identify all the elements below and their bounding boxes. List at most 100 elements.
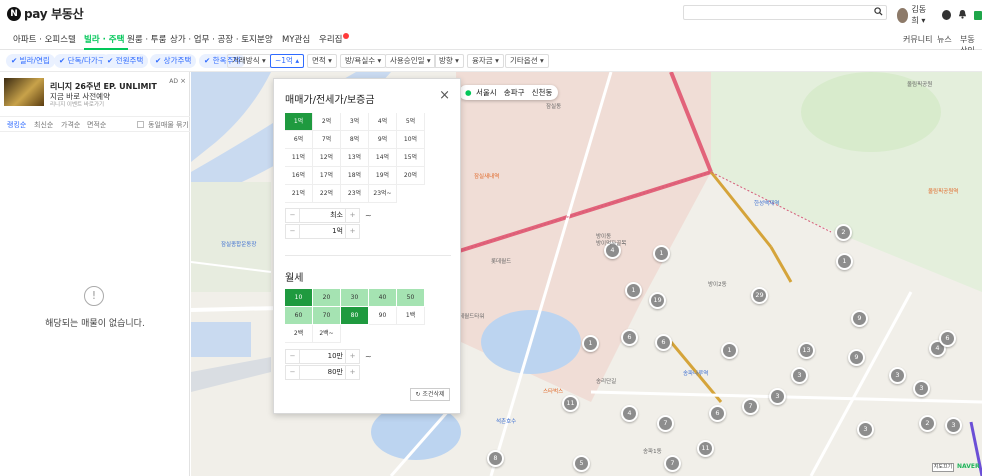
map-poi[interactable]: 스타벅스 <box>543 387 563 395</box>
listing-cluster-marker[interactable]: 29 <box>751 287 768 304</box>
price-option[interactable]: 17억 <box>313 167 341 185</box>
rent-option[interactable]: 2백 <box>285 325 313 343</box>
listing-cluster-marker[interactable]: 7 <box>664 455 681 472</box>
nav-item-commercial[interactable]: 상가 · 업무 · 공장 · 토지 <box>170 33 257 45</box>
listing-cluster-marker[interactable]: 13 <box>798 342 815 359</box>
listing-cluster-marker[interactable]: 6 <box>709 405 726 422</box>
sort-ranking[interactable]: 랭킹순 <box>7 120 26 130</box>
listing-cluster-marker[interactable]: 7 <box>657 415 674 432</box>
rent-option[interactable]: 90 <box>369 307 397 325</box>
rent-max-value[interactable]: 80만 <box>300 366 347 379</box>
filter-loan[interactable]: 융자금 ▾ <box>467 54 504 68</box>
filter-rooms[interactable]: 방/욕실수 ▾ <box>340 54 387 68</box>
price-option[interactable]: 6억 <box>285 131 313 149</box>
listing-cluster-marker[interactable]: 3 <box>913 380 930 397</box>
close-icon[interactable]: × <box>439 88 450 103</box>
price-option[interactable]: 9억 <box>369 131 397 149</box>
bell-icon[interactable] <box>958 9 967 22</box>
breadcrumb-city[interactable]: 서울시 <box>476 88 497 97</box>
listing-cluster-marker[interactable]: 2 <box>835 224 852 241</box>
map-poi[interactable]: 올림픽공원 <box>907 80 932 88</box>
price-option[interactable]: 23억 <box>341 185 369 203</box>
filter-price[interactable]: ~1억 ▴ <box>270 54 305 68</box>
listing-cluster-marker[interactable]: 3 <box>769 388 786 405</box>
map-poi[interactable]: 방이2동 <box>708 280 727 288</box>
map-poi[interactable]: 방이먹자골목 <box>596 239 626 247</box>
listing-cluster-marker[interactable]: 1 <box>653 245 670 262</box>
price-option[interactable]: 22억 <box>313 185 341 203</box>
rent-option[interactable]: 40 <box>369 289 397 307</box>
rent-option[interactable]: 50 <box>397 289 425 307</box>
price-min-stepper[interactable]: − 최소 + <box>285 208 360 223</box>
listing-cluster-marker[interactable]: 8 <box>487 450 504 467</box>
reset-conditions-button[interactable]: ↻ 조건삭제 <box>410 388 450 401</box>
map-toggle-button[interactable]: 지도끄기 <box>932 463 954 472</box>
filter-options[interactable]: 기타옵션 ▾ <box>505 54 549 68</box>
map-poi[interactable]: 잠실새내역 <box>474 172 499 180</box>
map-poi[interactable]: 롯데월드 <box>491 257 511 265</box>
map-poi[interactable]: 올림픽공원역 <box>928 187 958 195</box>
search-icon[interactable] <box>874 7 883 19</box>
price-option[interactable]: 7억 <box>313 131 341 149</box>
group-same-checkbox[interactable] <box>137 121 144 128</box>
minus-icon[interactable]: − <box>286 366 300 379</box>
rent-option[interactable]: 1백 <box>397 307 425 325</box>
nav-item-my[interactable]: MY관심 <box>282 33 310 45</box>
price-option[interactable]: 12억 <box>313 149 341 167</box>
price-option[interactable]: 21억 <box>285 185 313 203</box>
price-max-stepper[interactable]: − 1억 + <box>285 224 360 239</box>
chat-icon[interactable] <box>942 10 952 20</box>
map-poi[interactable]: 송리단길 <box>596 377 616 385</box>
map-poi[interactable]: 송파1동 <box>643 447 662 455</box>
listing-cluster-marker[interactable]: 1 <box>836 253 853 270</box>
listing-cluster-marker[interactable]: 19 <box>649 292 666 309</box>
filter-area[interactable]: 면적 ▾ <box>307 54 337 68</box>
price-option[interactable]: 2억 <box>313 113 341 131</box>
price-option[interactable]: 16억 <box>285 167 313 185</box>
ad-image[interactable] <box>4 78 44 106</box>
nav-item-villa[interactable]: 빌라 · 주택 <box>84 33 124 45</box>
listing-cluster-marker[interactable]: 1 <box>625 282 642 299</box>
listing-cluster-marker[interactable]: 5 <box>573 455 590 472</box>
filter-chip-country[interactable]: ✔ 전원주택 <box>102 54 149 68</box>
price-option[interactable]: 10억 <box>397 131 425 149</box>
price-option[interactable]: 19억 <box>369 167 397 185</box>
price-option[interactable]: 20억 <box>397 167 425 185</box>
nav-community[interactable]: 커뮤니티 <box>903 34 932 45</box>
user-name[interactable]: 김동희 ▾ <box>911 4 933 26</box>
listing-cluster-marker[interactable]: 7 <box>742 398 759 415</box>
logo[interactable]: N pay 부동산 <box>7 5 84 22</box>
listing-cluster-marker[interactable]: 6 <box>621 329 638 346</box>
price-max-value[interactable]: 1억 <box>300 225 347 238</box>
plus-icon[interactable]: + <box>345 350 359 363</box>
location-breadcrumb[interactable]: ● 서울시 송파구 신천동 <box>459 85 559 100</box>
price-option[interactable]: 1억 <box>285 113 313 131</box>
nav-item-myhome[interactable]: 우리집 <box>319 33 350 45</box>
listing-cluster-marker[interactable]: 9 <box>848 349 865 366</box>
listing-cluster-marker[interactable]: 3 <box>889 367 906 384</box>
listing-cluster-marker[interactable]: 6 <box>655 334 672 351</box>
ad-close-icon[interactable]: × <box>180 77 186 85</box>
listing-cluster-marker[interactable]: 3 <box>945 417 962 434</box>
listing-cluster-marker[interactable]: 11 <box>562 395 579 412</box>
listing-cluster-marker[interactable]: 11 <box>697 440 714 457</box>
price-min-value[interactable]: 최소 <box>300 209 347 222</box>
rent-min-value[interactable]: 10만 <box>300 350 347 363</box>
rent-option[interactable]: 20 <box>313 289 341 307</box>
price-option[interactable]: 14억 <box>369 149 397 167</box>
listing-cluster-marker[interactable]: 6 <box>939 330 956 347</box>
price-option[interactable]: 4억 <box>369 113 397 131</box>
price-option[interactable]: 11억 <box>285 149 313 167</box>
listing-cluster-marker[interactable]: 1 <box>721 342 738 359</box>
price-option[interactable]: 13억 <box>341 149 369 167</box>
listing-cluster-marker[interactable]: 3 <box>791 367 808 384</box>
plus-icon[interactable]: + <box>345 225 359 238</box>
rent-option[interactable]: 30 <box>341 289 369 307</box>
rent-option[interactable]: 60 <box>285 307 313 325</box>
minus-icon[interactable]: − <box>286 225 300 238</box>
sort-price[interactable]: 가격순 <box>61 120 80 130</box>
filter-chip-villa[interactable]: ✔ 빌라/연립 <box>6 54 55 68</box>
nav-item-apartment[interactable]: 아파트 · 오피스텔 <box>13 33 76 45</box>
user-menu[interactable]: 김동희 ▾ <box>897 4 982 26</box>
map-poi[interactable]: 잠실동 <box>546 102 561 110</box>
